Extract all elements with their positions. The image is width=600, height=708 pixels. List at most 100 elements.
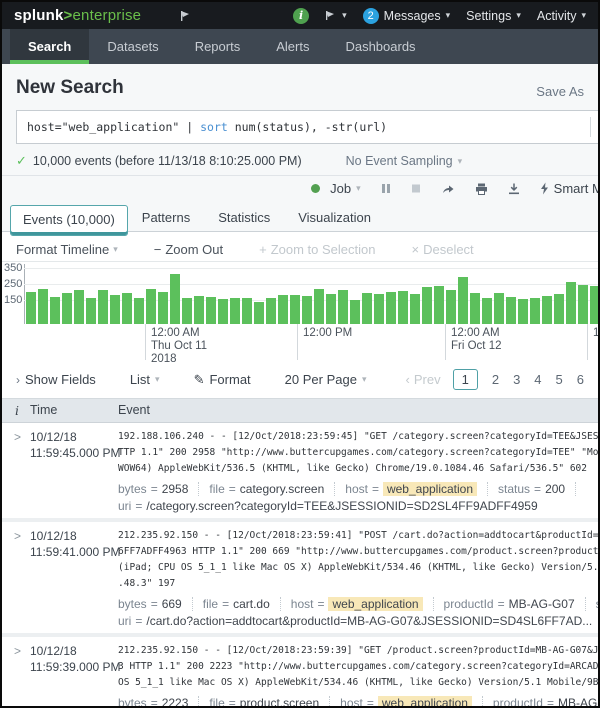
timeline-bar[interactable] xyxy=(266,298,276,324)
field-value[interactable]: 2958 xyxy=(162,482,189,496)
timeline-bar[interactable] xyxy=(578,285,588,324)
field-pair[interactable]: status=200 xyxy=(498,482,576,496)
tab-patterns[interactable]: Patterns xyxy=(128,204,204,231)
field-pair[interactable]: host=web_application xyxy=(345,482,488,496)
search-query-input[interactable]: host="web_application" | sort num(status… xyxy=(16,110,600,144)
timeline-bar[interactable] xyxy=(26,292,36,324)
field-value[interactable]: 200 xyxy=(545,482,565,496)
expand-row-icon[interactable]: > xyxy=(2,528,30,628)
timeline-bar[interactable] xyxy=(110,295,120,324)
timeline-bar[interactable] xyxy=(50,297,60,324)
bookmark-flag-icon[interactable]: ▾ xyxy=(325,10,347,21)
save-as-button[interactable]: Save As xyxy=(536,84,584,99)
timeline-bar[interactable] xyxy=(422,287,432,324)
field-pair[interactable]: bytes=2223 xyxy=(118,696,199,708)
activity-menu[interactable]: Activity ▾ xyxy=(537,9,586,23)
timeline-bar[interactable] xyxy=(458,277,468,324)
timeline-bar[interactable] xyxy=(326,294,336,324)
print-button[interactable] xyxy=(475,183,488,195)
timeline-bar[interactable] xyxy=(566,282,576,324)
timeline-bar[interactable] xyxy=(374,294,384,324)
timeline-bar[interactable] xyxy=(122,293,132,324)
share-button[interactable] xyxy=(441,183,455,195)
export-button[interactable] xyxy=(508,183,520,195)
timeline-bar[interactable] xyxy=(590,286,600,324)
field-value[interactable]: category.screen xyxy=(240,482,325,496)
splunk-logo[interactable]: splunk>enterprise xyxy=(14,7,141,24)
show-fields-toggle[interactable]: › Show Fields xyxy=(16,372,96,387)
field-value[interactable]: MB-AG-G07 xyxy=(509,597,575,611)
timeline-bar[interactable] xyxy=(62,293,72,324)
timeline-bar[interactable] xyxy=(446,290,456,324)
timeline-bar[interactable] xyxy=(170,274,180,324)
timeline-bar[interactable] xyxy=(338,290,348,324)
timeline-bar[interactable] xyxy=(98,290,108,324)
timeline-bar[interactable] xyxy=(74,290,84,324)
field-value[interactable]: web_application xyxy=(328,597,422,611)
page-number-button[interactable]: 6 xyxy=(577,372,584,387)
field-pair[interactable]: bytes=2958 xyxy=(118,482,199,496)
expand-row-icon[interactable]: > xyxy=(2,643,30,708)
timeline-bar[interactable] xyxy=(290,295,300,324)
field-value[interactable]: web_application xyxy=(383,482,477,496)
expand-row-icon[interactable]: > xyxy=(2,429,30,513)
field-value[interactable]: MB-AG-G07 xyxy=(558,696,598,708)
page-number-button[interactable]: 1 xyxy=(453,369,478,390)
field-pair[interactable]: file=category.screen xyxy=(209,482,335,496)
stop-button[interactable] xyxy=(411,183,421,194)
timeline-bar[interactable] xyxy=(470,293,480,324)
per-page-dropdown[interactable]: 20 Per Page ▾ xyxy=(285,372,367,387)
timeline-bar[interactable] xyxy=(146,289,156,324)
zoom-to-selection-button[interactable]: + Zoom to Selection xyxy=(259,242,375,257)
field-value[interactable]: web_application xyxy=(378,696,472,708)
page-number-button[interactable]: 5 xyxy=(556,372,563,387)
format-button[interactable]: ✎ Format xyxy=(194,372,251,388)
info-icon[interactable]: i xyxy=(293,8,309,24)
timeline-bar[interactable] xyxy=(398,291,408,324)
timeline-bar[interactable] xyxy=(530,298,540,324)
field-pair[interactable]: file=cart.do xyxy=(203,597,281,611)
nav-item-dashboards[interactable]: Dashboards xyxy=(327,29,433,64)
nav-item-reports[interactable]: Reports xyxy=(177,29,259,64)
nav-item-datasets[interactable]: Datasets xyxy=(89,29,176,64)
timeline-bar[interactable] xyxy=(194,296,204,324)
deselect-button[interactable]: × Deselect xyxy=(412,242,474,257)
field-value[interactable]: /cart.do?action=addtocart&productId=MB-A… xyxy=(146,614,592,628)
timeline-bar[interactable] xyxy=(278,295,288,324)
field-value[interactable]: cart.do xyxy=(233,597,270,611)
smart-mode-menu[interactable]: Smart Mode ▾ xyxy=(540,181,600,196)
timeline-bar[interactable] xyxy=(410,294,420,324)
timeline-bar[interactable] xyxy=(38,289,48,324)
field-value[interactable]: /category.screen?categoryId=TEE&JSESSION… xyxy=(146,499,537,513)
field-pair[interactable]: productId=MB-AG-G07 xyxy=(444,597,586,611)
zoom-out-button[interactable]: − Zoom Out xyxy=(154,242,223,257)
field-value[interactable]: 2223 xyxy=(162,696,189,708)
timeline-bar[interactable] xyxy=(302,296,312,324)
timeline-bar[interactable] xyxy=(506,297,516,324)
timeline-bar[interactable] xyxy=(254,302,264,324)
timeline-bar[interactable] xyxy=(218,299,228,324)
page-number-button[interactable]: 4 xyxy=(534,372,541,387)
timeline-bar[interactable] xyxy=(134,298,144,324)
field-pair[interactable]: status=200 xyxy=(596,597,598,611)
pause-button[interactable] xyxy=(381,183,391,194)
flag-icon[interactable] xyxy=(179,10,192,22)
prev-page-button[interactable]: ‹ Prev xyxy=(406,372,441,387)
timeline-bar[interactable] xyxy=(182,298,192,324)
list-view-dropdown[interactable]: List ▾ xyxy=(130,372,160,387)
events-timeline-chart[interactable]: 150250350 12:00 AMThu Oct 11201812:00 PM… xyxy=(2,261,598,361)
timeline-bar[interactable] xyxy=(86,298,96,324)
timeline-bar[interactable] xyxy=(158,292,168,324)
field-pair[interactable]: host=web_application xyxy=(291,597,434,611)
tab-events[interactable]: Events (10,000) xyxy=(10,205,128,236)
timeline-bar[interactable] xyxy=(206,297,216,324)
event-sampling-dropdown[interactable]: No Event Sampling ▾ xyxy=(346,154,463,168)
timeline-bar[interactable] xyxy=(542,296,552,324)
field-value[interactable]: 669 xyxy=(162,597,182,611)
nav-item-alerts[interactable]: Alerts xyxy=(258,29,327,64)
settings-menu[interactable]: Settings ▾ xyxy=(466,9,521,23)
field-pair[interactable]: productId=MB-AG-G07 xyxy=(493,696,598,708)
timeline-bar[interactable] xyxy=(518,299,528,324)
tab-visualization[interactable]: Visualization xyxy=(284,204,385,231)
field-pair[interactable]: host=web_application xyxy=(340,696,483,708)
